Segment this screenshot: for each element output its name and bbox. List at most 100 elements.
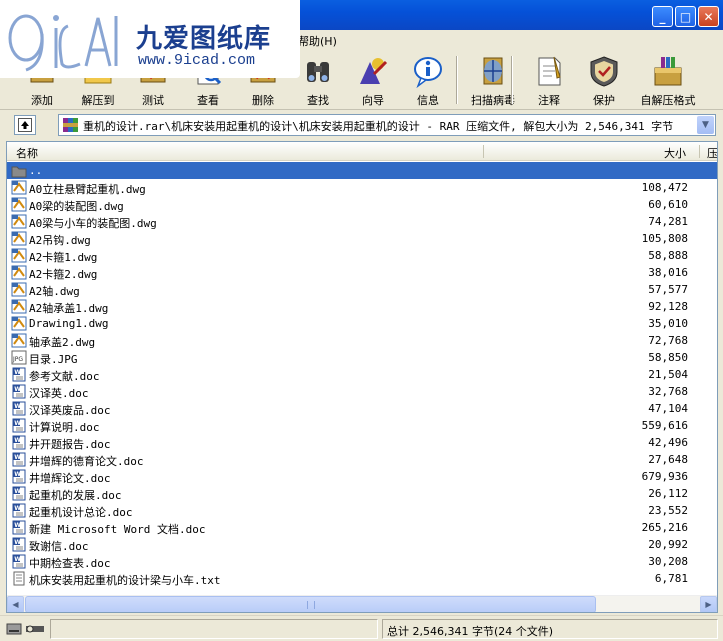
file-row[interactable]: W 计算说明.doc 559,616 — [7, 417, 717, 434]
file-row[interactable]: W 新建 Microsoft Word 文档.doc 265,216 — [7, 519, 717, 536]
status-total-text: 总计 2,546,341 字节(24 个文件) — [387, 625, 554, 638]
menu-help[interactable]: 帮助(H) — [298, 33, 337, 49]
comment-icon — [538, 56, 561, 86]
info-icon — [414, 57, 442, 88]
wizard-button[interactable]: 向导 — [345, 52, 401, 108]
file-name: Drawing1.dwg — [29, 317, 109, 330]
file-row[interactable]: W 汉译英.doc 32,768 — [7, 383, 717, 400]
file-size: 105,808 — [641, 232, 688, 245]
file-size: 58,850 — [648, 351, 688, 364]
file-size: 92,128 — [648, 300, 688, 313]
file-name: A0立柱悬臂起重机.dwg — [29, 183, 146, 196]
file-size: 72,768 — [648, 334, 688, 347]
watermark-url: www.9icad.com — [138, 52, 256, 69]
svg-text:W: W — [14, 505, 21, 512]
horizontal-scrollbar[interactable]: ◀ ▶ — [7, 595, 717, 612]
file-row[interactable]: A2吊钩.dwg 105,808 — [7, 230, 717, 247]
file-name: 井增辉论文.doc — [29, 472, 111, 485]
wizard-icon — [360, 58, 388, 84]
file-row[interactable]: W 井增辉论文.doc 679,936 — [7, 468, 717, 485]
minimize-button[interactable]: _ — [652, 6, 673, 27]
jpg-file-icon: JPG — [11, 350, 27, 365]
path-dropdown-button[interactable]: ▼ — [697, 116, 714, 134]
file-row[interactable]: W 参考文献.doc 21,504 — [7, 366, 717, 383]
txt-file-icon — [13, 571, 25, 586]
file-row[interactable]: W 起重机的发展.doc 26,112 — [7, 485, 717, 502]
protect-button[interactable]: 保护 — [576, 52, 632, 108]
file-name: 机床安装用起重机的设计梁与小车.txt — [29, 574, 221, 587]
file-size: 42,496 — [648, 436, 688, 449]
file-size: 21,504 — [648, 368, 688, 381]
virus-scan-icon — [483, 57, 503, 85]
column-header-packed[interactable]: 压 — [707, 145, 717, 161]
file-name: 起重机设计总论.doc — [29, 506, 133, 519]
doc-file-icon: W — [12, 520, 26, 535]
binoculars-icon — [307, 62, 329, 82]
file-name: 井开题报告.doc — [29, 438, 111, 451]
file-row[interactable]: JPG 目录.JPG 58,850 — [7, 349, 717, 366]
file-name: A0梁与小车的装配图.dwg — [29, 217, 157, 230]
svg-text:W: W — [14, 556, 21, 563]
dwg-file-icon — [11, 231, 27, 246]
comment-button[interactable]: 注释 — [521, 52, 577, 108]
info-label: 信息 — [417, 94, 439, 107]
file-name: 中期检查表.doc — [29, 557, 111, 570]
watermark-brand: 九爱图纸库 — [136, 24, 272, 54]
file-row[interactable]: W 中期检查表.doc 30,208 — [7, 553, 717, 570]
close-button[interactable]: ✕ — [698, 6, 719, 27]
scroll-right-button[interactable]: ▶ — [700, 596, 717, 612]
maximize-button[interactable]: □ — [675, 6, 696, 27]
dwg-file-icon — [11, 333, 27, 348]
doc-file-icon: W — [12, 452, 26, 467]
file-size: 108,472 — [641, 181, 688, 194]
dwg-file-icon — [11, 299, 27, 314]
file-size: 23,552 — [648, 504, 688, 517]
svg-text:W: W — [14, 386, 21, 393]
file-name: A2卡箍1.dwg — [29, 251, 98, 264]
doc-file-icon: W — [12, 503, 26, 518]
file-row[interactable]: A2卡箍2.dwg 38,016 — [7, 264, 717, 281]
file-size: 58,888 — [648, 249, 688, 262]
wizard-label: 向导 — [362, 94, 384, 107]
file-row[interactable]: A2卡箍1.dwg 58,888 — [7, 247, 717, 264]
parent-folder-row[interactable]: .. — [7, 162, 717, 179]
file-row[interactable]: A2轴承盖1.dwg 92,128 — [7, 298, 717, 315]
status-panel-total: 总计 2,546,341 字节(24 个文件) — [382, 619, 718, 639]
info-button[interactable]: 信息 — [400, 52, 456, 108]
file-name: 起重机的发展.doc — [29, 489, 122, 502]
file-row[interactable]: W 致谢信.doc 20,992 — [7, 536, 717, 553]
scroll-left-button[interactable]: ◀ — [7, 596, 24, 612]
file-row[interactable]: 轴承盖2.dwg 72,768 — [7, 332, 717, 349]
file-row[interactable]: 机床安装用起重机的设计梁与小车.txt 6,781 — [7, 570, 717, 587]
svg-text:W: W — [14, 369, 21, 376]
column-divider[interactable] — [483, 145, 484, 158]
file-row[interactable]: W 起重机设计总论.doc 23,552 — [7, 502, 717, 519]
svg-text:W: W — [14, 437, 21, 444]
dwg-file-icon — [11, 265, 27, 280]
file-name: A2吊钩.dwg — [29, 234, 91, 247]
file-size: 27,648 — [648, 453, 688, 466]
sfx-button[interactable]: 自解压格式 — [640, 52, 696, 108]
file-row[interactable]: W 井增辉的德育论文.doc 27,648 — [7, 451, 717, 468]
file-name: A2轴承盖1.dwg — [29, 302, 109, 315]
file-name: A0梁的装配图.dwg — [29, 200, 124, 213]
column-header-size[interactable]: 大小 — [664, 145, 686, 161]
file-name: 计算说明.doc — [29, 421, 100, 434]
up-folder-button[interactable] — [14, 115, 36, 135]
file-row[interactable]: Drawing1.dwg 35,010 — [7, 315, 717, 332]
file-row[interactable]: W 汉译英废品.doc 47,104 — [7, 400, 717, 417]
file-row[interactable]: A0梁的装配图.dwg 60,610 — [7, 196, 717, 213]
extract-to-label: 解压到 — [81, 94, 115, 107]
column-divider[interactable] — [699, 145, 700, 158]
svg-text:W: W — [14, 403, 21, 410]
file-size: 559,616 — [641, 419, 688, 432]
file-row[interactable]: A0梁与小车的装配图.dwg 74,281 — [7, 213, 717, 230]
file-row[interactable]: A0立柱悬臂起重机.dwg 108,472 — [7, 179, 717, 196]
status-bar: 总计 2,546,341 字节(24 个文件) — [0, 615, 723, 641]
column-header-name[interactable]: 名称 — [16, 145, 38, 161]
file-row[interactable]: W 井开题报告.doc 42,496 — [7, 434, 717, 451]
scroll-thumb[interactable] — [25, 596, 596, 612]
file-size: 74,281 — [648, 215, 688, 228]
archive-path-field[interactable]: 重机的设计.rar\机床安装用起重机的设计\机床安装用起重机的设计 - RAR … — [58, 114, 716, 136]
file-row[interactable]: A2轴.dwg 57,577 — [7, 281, 717, 298]
